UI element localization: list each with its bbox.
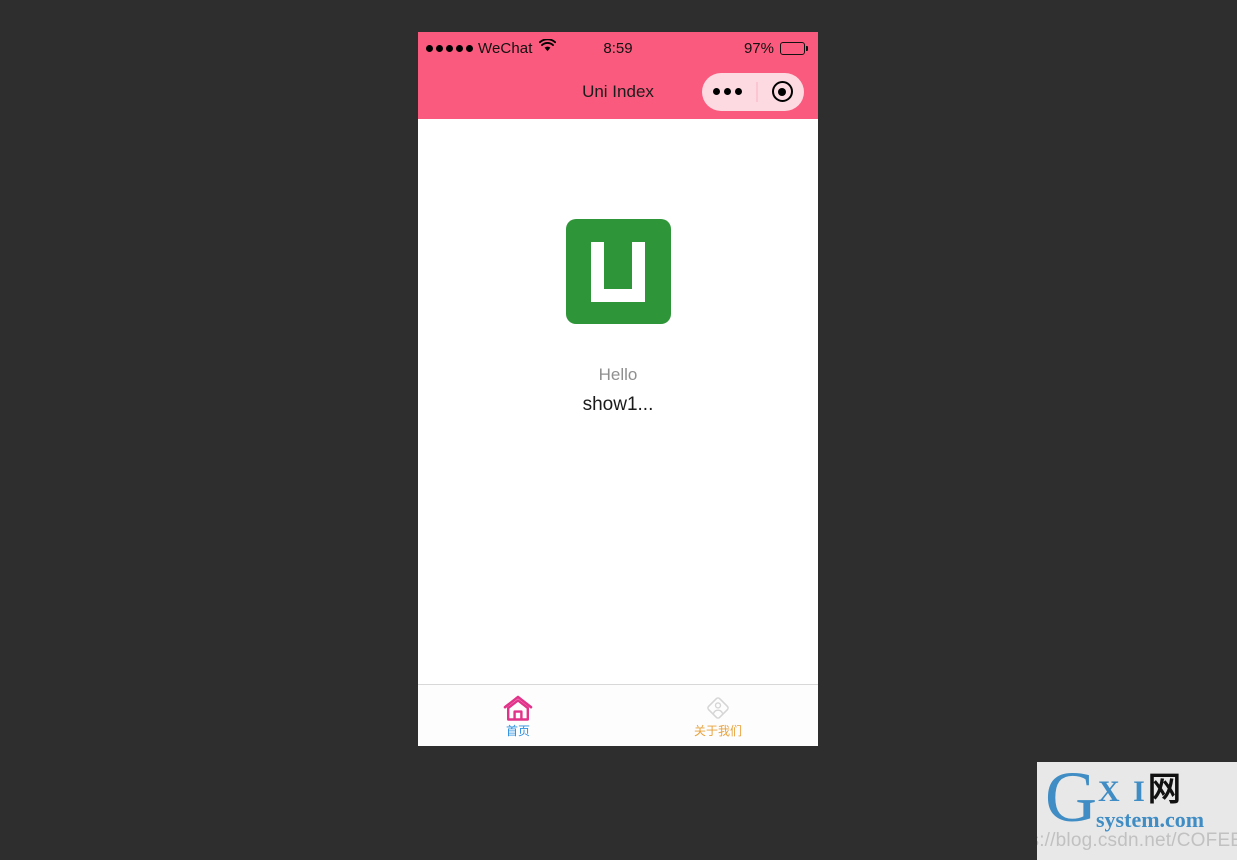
uni-app-logo-icon: [565, 219, 671, 324]
page-heading: show1...: [582, 394, 654, 416]
tab-item-about[interactable]: 关于我们: [618, 685, 818, 746]
capsule-divider: [756, 81, 758, 102]
tab-bar: 首页 关于我们: [418, 684, 818, 746]
page-content: Hello show1...: [418, 119, 818, 684]
phone-screen: WeChat 8:59 97% Uni Index Hello show1...…: [418, 32, 818, 746]
tab-item-home[interactable]: 首页: [418, 685, 618, 746]
watermark: G X I 网 system.com https://blog.csdn.net…: [1037, 762, 1237, 860]
watermark-logo-cn: 网: [1147, 772, 1181, 808]
watermark-logo: G X I 网 system.com: [1045, 762, 1205, 837]
wechat-capsule-button[interactable]: [702, 72, 804, 111]
watermark-logo-g: G: [1045, 762, 1097, 837]
signal-strength-icon: [426, 44, 473, 52]
tab-label-home: 首页: [505, 724, 530, 738]
status-bar-right: 97%: [744, 40, 808, 57]
wifi-icon: [538, 38, 556, 57]
tab-label-about: 关于我们: [693, 724, 742, 738]
navigation-bar: Uni Index: [418, 64, 818, 119]
battery-percent-label: 97%: [743, 39, 774, 57]
header-region: WeChat 8:59 97% Uni Index: [418, 32, 818, 119]
home-icon: [503, 694, 533, 722]
status-bar: WeChat 8:59 97%: [418, 32, 818, 64]
watermark-url: https://blog.csdn.net/COFEECR: [1037, 830, 1237, 851]
watermark-logo-system: system.com: [1096, 807, 1205, 832]
battery-icon: [780, 41, 808, 55]
target-circle-icon[interactable]: [771, 81, 793, 102]
greeting-label: Hello: [598, 365, 638, 384]
status-bar-left: WeChat: [426, 38, 556, 57]
carrier-label: WeChat: [478, 39, 533, 57]
watermark-logo-xi: X I: [1098, 775, 1148, 808]
ellipsis-icon[interactable]: [709, 88, 743, 95]
user-diamond-icon: [704, 694, 732, 722]
